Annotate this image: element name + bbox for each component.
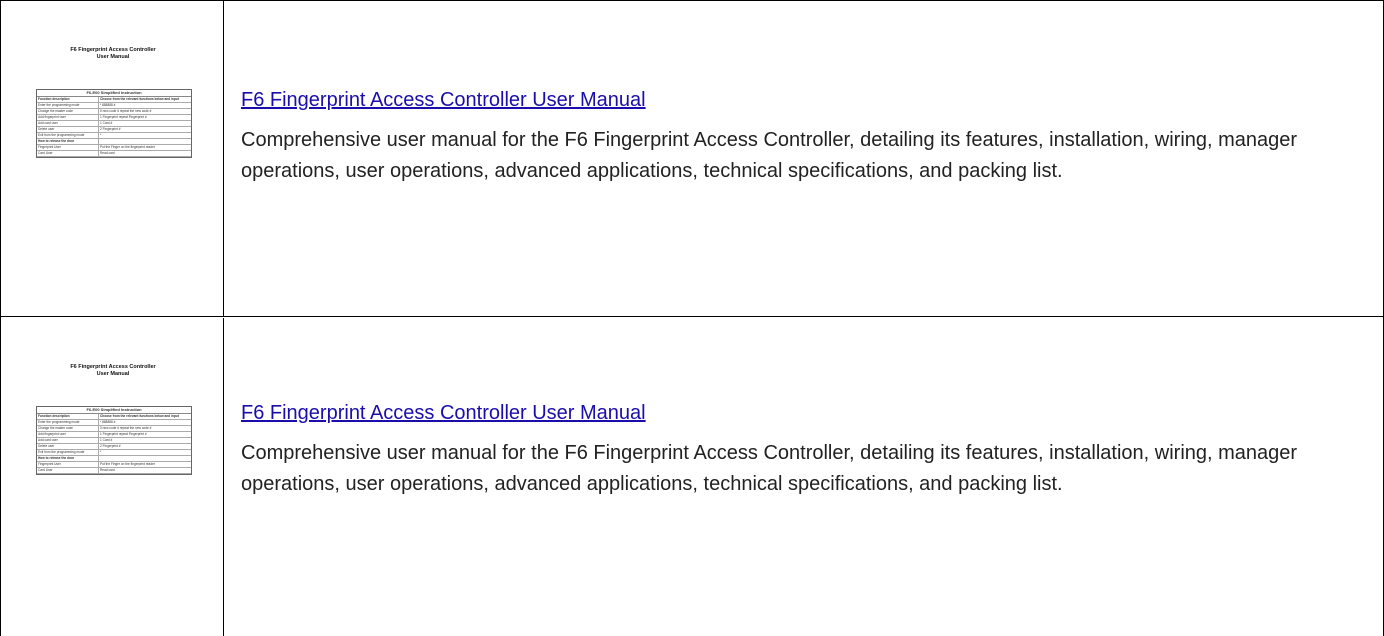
thumbnail-title-line2: User Manual — [96, 371, 130, 377]
document-thumbnail[interactable]: F6 Fingerprint Access Controller User Ma… — [28, 364, 198, 594]
result-title-link[interactable]: F6 Fingerprint Access Controller User Ma… — [241, 89, 646, 112]
result-title-link[interactable]: F6 Fingerprint Access Controller User Ma… — [241, 402, 646, 425]
thumbnail-table: F6-E00 Simplified Instruction Function d… — [36, 89, 192, 158]
thumbnail-table-row: Card User Read card — [37, 468, 191, 474]
result-row: F6 Fingerprint Access Controller User Ma… — [1, 318, 1383, 636]
thumbnail-table: F6-E00 Simplified Instruction Function d… — [36, 406, 192, 475]
result-content: F6 Fingerprint Access Controller User Ma… — [225, 1, 1383, 316]
thumbnail-table-header: F6-E00 Simplified Instruction — [37, 407, 191, 414]
result-row: F6 Fingerprint Access Controller User Ma… — [1, 1, 1383, 317]
thumbnail-title-line2: User Manual — [96, 54, 130, 60]
thumbnail-cell: F6 Fingerprint Access Controller User Ma… — [1, 318, 224, 636]
result-description: Comprehensive user manual for the F6 Fin… — [241, 442, 1298, 495]
thumbnail-title-line1: F6 Fingerprint Access Controller — [70, 47, 156, 53]
result-content: F6 Fingerprint Access Controller User Ma… — [225, 318, 1383, 636]
result-description: Comprehensive user manual for the F6 Fin… — [241, 129, 1298, 182]
thumbnail-table-header: F6-E00 Simplified Instruction — [37, 90, 191, 97]
thumbnail-cell: F6 Fingerprint Access Controller User Ma… — [1, 1, 224, 316]
document-thumbnail[interactable]: F6 Fingerprint Access Controller User Ma… — [28, 47, 198, 277]
thumbnail-table-row: Card User Read card — [37, 151, 191, 157]
thumbnail-title-line1: F6 Fingerprint Access Controller — [70, 364, 156, 370]
results-table: F6 Fingerprint Access Controller User Ma… — [0, 0, 1384, 636]
